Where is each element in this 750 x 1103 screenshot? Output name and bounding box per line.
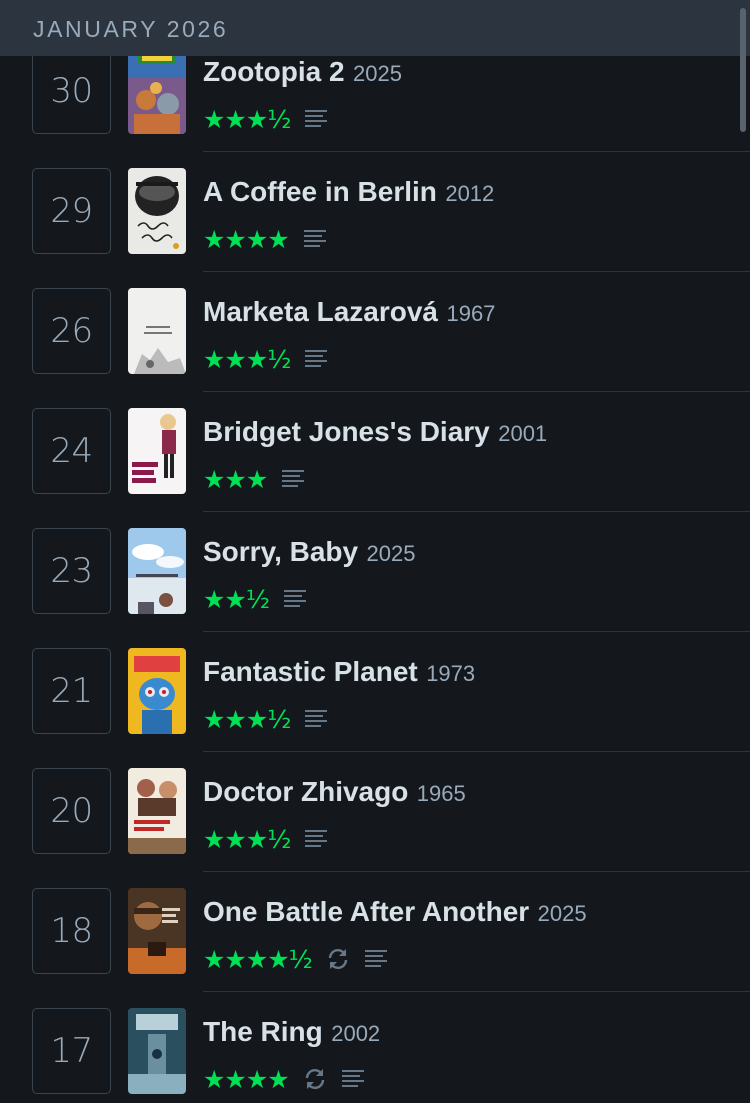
review-icon[interactable] — [341, 1068, 365, 1090]
diary-entry[interactable]: 29 A Coffee in Berlin 2012 ★★★★ — [0, 152, 750, 272]
day-number[interactable]: 21 — [32, 648, 111, 734]
film-year[interactable]: 2012 — [445, 181, 494, 206]
review-icon[interactable] — [304, 348, 328, 370]
month-header: JANUARY 2026 — [0, 0, 750, 56]
film-title[interactable]: The Ring — [203, 1016, 323, 1047]
star-rating: ★★★★ — [203, 224, 290, 254]
diary-list: 30 Zootopia 2 2025 ★★★½ 29 A Coffee in B… — [0, 32, 750, 1103]
diary-entry[interactable]: 21 Fantastic Planet 1973 ★★★½ — [0, 632, 750, 752]
star-rating: ★★★★ — [203, 1064, 290, 1094]
film-poster[interactable] — [128, 648, 186, 734]
scrollbar[interactable] — [740, 8, 746, 132]
film-poster[interactable] — [128, 408, 186, 494]
day-number[interactable]: 20 — [32, 768, 111, 854]
review-icon[interactable] — [304, 108, 328, 130]
day-number[interactable]: 24 — [32, 408, 111, 494]
star-rating: ★★★½ — [203, 704, 291, 734]
review-icon[interactable] — [303, 228, 327, 250]
diary-entry[interactable]: 26 Marketa Lazarová 1967 ★★★½ — [0, 272, 750, 392]
film-year[interactable]: 1965 — [417, 781, 466, 806]
diary-entry[interactable]: 17 The Ring 2002 ★★★★ — [0, 992, 750, 1103]
film-title[interactable]: Fantastic Planet — [203, 656, 418, 687]
star-rating: ★★★★½ — [203, 944, 313, 974]
film-year[interactable]: 1967 — [446, 301, 495, 326]
day-number[interactable]: 17 — [32, 1008, 111, 1094]
film-poster[interactable] — [128, 168, 186, 254]
film-year[interactable]: 2002 — [331, 1021, 380, 1046]
film-poster[interactable] — [128, 48, 186, 134]
film-title[interactable]: Marketa Lazarová — [203, 296, 438, 327]
film-title[interactable]: A Coffee in Berlin — [203, 176, 437, 207]
film-title[interactable]: Bridget Jones's Diary — [203, 416, 490, 447]
film-year[interactable]: 2025 — [367, 541, 416, 566]
diary-entry[interactable]: 24 Bridget Jones's Diary 2001 ★★★ — [0, 392, 750, 512]
film-year[interactable]: 2001 — [498, 421, 547, 446]
day-number[interactable]: 26 — [32, 288, 111, 374]
review-icon[interactable] — [304, 828, 328, 850]
diary-entry[interactable]: 23 Sorry, Baby 2025 ★★½ — [0, 512, 750, 632]
rewatch-icon — [326, 947, 350, 971]
film-poster[interactable] — [128, 1008, 186, 1094]
star-rating: ★★★½ — [203, 824, 291, 854]
month-label: JANUARY 2026 — [33, 15, 229, 42]
day-number[interactable]: 30 — [32, 48, 111, 134]
film-title[interactable]: One Battle After Another — [203, 896, 529, 927]
day-number[interactable]: 18 — [32, 888, 111, 974]
diary-page: 30 Zootopia 2 2025 ★★★½ 29 A Coffee in B… — [0, 0, 750, 1103]
rewatch-icon — [303, 1067, 327, 1091]
review-icon[interactable] — [281, 468, 305, 490]
film-title[interactable]: Zootopia 2 — [203, 56, 345, 87]
star-rating: ★★★½ — [203, 344, 291, 374]
diary-entry[interactable]: 18 One Battle After Another 2025 ★★★★½ — [0, 872, 750, 992]
film-poster[interactable] — [128, 528, 186, 614]
film-title[interactable]: Sorry, Baby — [203, 536, 358, 567]
star-rating: ★★★½ — [203, 104, 291, 134]
diary-entry[interactable]: 20 Doctor Zhivago 1965 ★★★½ — [0, 752, 750, 872]
day-number[interactable]: 29 — [32, 168, 111, 254]
review-icon[interactable] — [283, 588, 307, 610]
star-rating: ★★★ — [203, 464, 268, 494]
film-poster[interactable] — [128, 768, 186, 854]
film-poster[interactable] — [128, 888, 186, 974]
film-title[interactable]: Doctor Zhivago — [203, 776, 408, 807]
film-year[interactable]: 1973 — [426, 661, 475, 686]
day-number[interactable]: 23 — [32, 528, 111, 614]
film-year[interactable]: 2025 — [538, 901, 587, 926]
review-icon[interactable] — [304, 708, 328, 730]
film-year[interactable]: 2025 — [353, 61, 402, 86]
review-icon[interactable] — [364, 948, 388, 970]
star-rating: ★★½ — [203, 584, 270, 614]
film-poster[interactable] — [128, 288, 186, 374]
